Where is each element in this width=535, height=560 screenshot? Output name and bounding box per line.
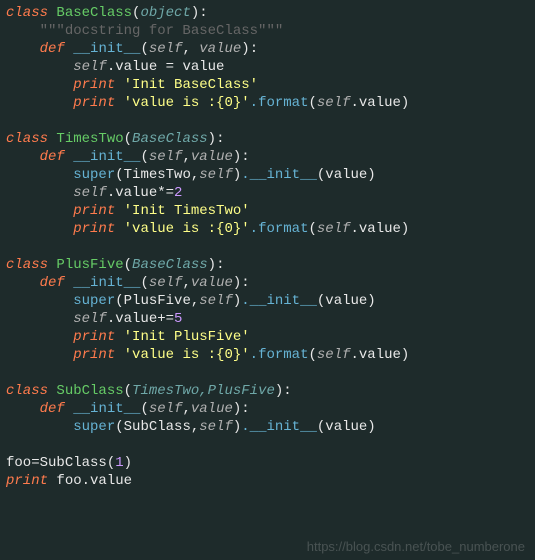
- base-classes: TimesTwo,PlusFive: [132, 383, 275, 399]
- self-ref: self: [73, 311, 107, 327]
- keyword-print: print: [6, 473, 48, 489]
- self-ref: self: [199, 293, 233, 309]
- string-value-is: 'value is :{0}': [124, 347, 250, 363]
- string-value-is: 'value is :{0}': [124, 95, 250, 111]
- format-fn: .format: [250, 221, 309, 237]
- watermark: https://blog.csdn.net/tobe_numberone: [307, 539, 525, 554]
- class-name-baseclass: BaseClass: [56, 5, 132, 21]
- class-name-timestwo: TimesTwo: [56, 131, 123, 147]
- string-init-plusfive: 'Init PlusFive': [124, 329, 250, 345]
- param-self: self: [149, 41, 183, 57]
- self-ref: self: [199, 419, 233, 435]
- param-value: value: [191, 275, 233, 291]
- keyword-class: class: [6, 257, 48, 273]
- self-ref: self: [317, 347, 351, 363]
- var-foo: foo: [6, 455, 31, 471]
- self-ref: self: [317, 221, 351, 237]
- keyword-def: def: [40, 401, 65, 417]
- code-block: class BaseClass(object): """docstring fo…: [0, 0, 535, 494]
- builtin-object: object: [140, 5, 190, 21]
- self-ref: self: [317, 95, 351, 111]
- format-fn: .format: [250, 347, 309, 363]
- keyword-print: print: [73, 221, 115, 237]
- super-args-close: ): [233, 167, 241, 183]
- param-value: value: [191, 149, 233, 165]
- keyword-def: def: [40, 149, 65, 165]
- super-args-open: (SubClass,: [115, 419, 199, 435]
- dot-init: .__init__: [241, 167, 317, 183]
- init-call-args: (value): [317, 293, 376, 309]
- base-class: BaseClass: [132, 257, 208, 273]
- super-args-close: ): [233, 419, 241, 435]
- super-fn: super: [73, 167, 115, 183]
- class-name-plusfive: PlusFive: [56, 257, 123, 273]
- docstring: """docstring for BaseClass""": [40, 23, 284, 39]
- init-call-args: (value): [317, 419, 376, 435]
- format-fn: .format: [250, 95, 309, 111]
- init-name: __init__: [73, 401, 140, 417]
- super-args-close: ): [233, 293, 241, 309]
- keyword-print: print: [73, 95, 115, 111]
- mutate-attr: .value+=: [107, 311, 174, 327]
- keyword-print: print: [73, 203, 115, 219]
- number-5: 5: [174, 311, 182, 327]
- self-ref: self: [73, 59, 107, 75]
- string-value-is: 'value is :{0}': [124, 221, 250, 237]
- dot-init: .__init__: [241, 419, 317, 435]
- mutate-attr: .value*=: [107, 185, 174, 201]
- string-init-timestwo: 'Init TimesTwo': [124, 203, 250, 219]
- super-args-open: (PlusFive,: [115, 293, 199, 309]
- super-args-open: (TimesTwo,: [115, 167, 199, 183]
- keyword-def: def: [40, 275, 65, 291]
- param-self: self: [149, 401, 183, 417]
- init-name: __init__: [73, 275, 140, 291]
- keyword-class: class: [6, 131, 48, 147]
- number-1: 1: [115, 455, 123, 471]
- attr-value: .value: [351, 221, 401, 237]
- dot-init: .__init__: [241, 293, 317, 309]
- keyword-class: class: [6, 5, 48, 21]
- keyword-print: print: [73, 77, 115, 93]
- super-fn: super: [73, 293, 115, 309]
- param-self: self: [149, 149, 183, 165]
- equals: =: [31, 455, 39, 471]
- attr-value: .value: [351, 95, 401, 111]
- string-init-baseclass: 'Init BaseClass': [124, 77, 258, 93]
- init-name: __init__: [73, 41, 140, 57]
- param-value: value: [191, 401, 233, 417]
- keyword-print: print: [73, 329, 115, 345]
- param-value: value: [199, 41, 241, 57]
- keyword-class: class: [6, 383, 48, 399]
- class-name-subclass: SubClass: [56, 383, 123, 399]
- ctor-subclass: SubClass: [40, 455, 107, 471]
- self-ref: self: [199, 167, 233, 183]
- init-name: __init__: [73, 149, 140, 165]
- print-expr: foo.value: [56, 473, 132, 489]
- self-ref: self: [73, 185, 107, 201]
- attr-value: .value: [351, 347, 401, 363]
- param-self: self: [149, 275, 183, 291]
- init-call-args: (value): [317, 167, 376, 183]
- number-2: 2: [174, 185, 182, 201]
- keyword-print: print: [73, 347, 115, 363]
- base-class: BaseClass: [132, 131, 208, 147]
- keyword-def: def: [40, 41, 65, 57]
- super-fn: super: [73, 419, 115, 435]
- assign-value: .value = value: [107, 59, 225, 75]
